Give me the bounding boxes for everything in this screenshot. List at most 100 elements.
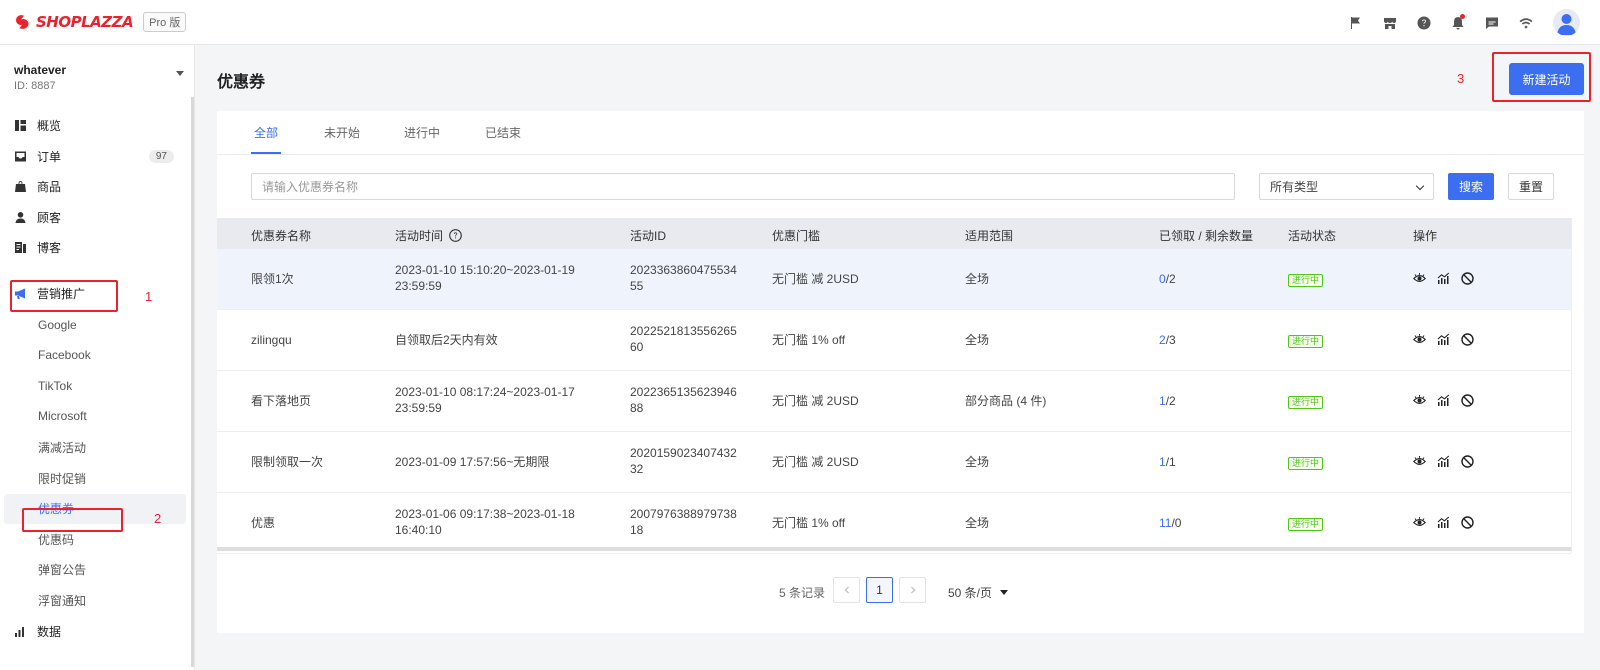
coupon-name: 优惠 xyxy=(251,516,276,530)
user-avatar[interactable] xyxy=(1553,9,1580,36)
sidebar-item-label: 商品 xyxy=(37,179,62,194)
sidebar-item-customers[interactable]: 顾客 xyxy=(14,205,184,229)
chat-icon[interactable] xyxy=(1475,6,1509,40)
claimed-remaining: 1/2 xyxy=(1159,393,1176,409)
sidebar-item-products[interactable]: 商品 xyxy=(14,174,184,198)
activity-time: 自领取后2天内有效 xyxy=(395,332,498,348)
statistics-icon[interactable] xyxy=(1437,516,1450,529)
threshold: 无门槛 减 2USD xyxy=(772,272,859,286)
store-icon[interactable] xyxy=(1373,6,1407,40)
help-circle-icon[interactable] xyxy=(449,229,462,242)
view-icon[interactable] xyxy=(1412,455,1427,468)
status-badge: 进行中 xyxy=(1288,396,1324,409)
view-icon[interactable] xyxy=(1412,333,1427,346)
disable-icon[interactable] xyxy=(1461,272,1474,285)
table-horizontal-scrollbar[interactable] xyxy=(217,547,1571,551)
coupon-panel: 全部 未开始 进行中 已结束 请输入优惠券名称 所有类型 搜索 重置 优惠券名称… xyxy=(217,111,1584,633)
threshold: 无门槛 1% off xyxy=(772,516,846,530)
new-campaign-button[interactable]: 新建活动 xyxy=(1509,63,1584,95)
statistics-icon[interactable] xyxy=(1437,455,1450,468)
page-size-select[interactable]: 50 条/页 xyxy=(948,584,1009,601)
wifi-icon[interactable] xyxy=(1509,6,1543,40)
sidebar-sub-popup-announcement[interactable]: 弹窗公告 xyxy=(38,558,86,580)
sidebar-item-label: 顾客 xyxy=(37,210,62,225)
status-badge: 进行中 xyxy=(1288,335,1324,348)
disable-icon[interactable] xyxy=(1461,394,1474,407)
claimed-count-link[interactable]: 1 xyxy=(1159,394,1166,408)
disable-icon[interactable] xyxy=(1461,516,1474,529)
chevron-left-icon xyxy=(844,586,849,594)
remaining-count: /0 xyxy=(1171,516,1182,530)
sidebar-item-label: 概览 xyxy=(37,118,62,133)
sidebar-item-blog[interactable]: 博客 xyxy=(14,235,184,259)
table-row[interactable]: 优惠 2023-01-06 09:17:38~2023-01-18 16:40:… xyxy=(217,493,1571,554)
table-row[interactable]: 限制领取一次 2023-01-09 17:57:56~无期限 202015902… xyxy=(217,432,1571,493)
activity-time-line2: 23:59:59 xyxy=(395,401,442,415)
sidebar-scrollbar[interactable] xyxy=(191,97,194,667)
tab-all[interactable]: 全部 xyxy=(254,124,278,141)
view-icon[interactable] xyxy=(1412,394,1427,407)
sidebar-sub-full-reduction[interactable]: 满减活动 xyxy=(38,436,86,458)
reset-button[interactable]: 重置 xyxy=(1508,173,1554,200)
bag-icon xyxy=(14,180,27,193)
claimed-count-link[interactable]: 11 xyxy=(1159,516,1171,530)
table-row[interactable]: zilingqu 自领取后2天内有效 2022521813556265 60 无… xyxy=(217,310,1571,371)
activity-id-line1: 2020159023407432 xyxy=(630,446,737,460)
table-row[interactable]: 限领1次 2023-01-10 15:10:20~2023-01-19 23:5… xyxy=(217,249,1571,310)
help-icon[interactable] xyxy=(1407,6,1441,40)
tab-in-progress[interactable]: 进行中 xyxy=(404,124,440,141)
disable-icon[interactable] xyxy=(1461,455,1474,468)
sidebar-item-orders[interactable]: 订单 97 xyxy=(14,144,184,168)
remaining-count: /1 xyxy=(1165,455,1176,469)
person-icon xyxy=(14,211,27,224)
claimed-count-link[interactable]: 1 xyxy=(1159,455,1166,469)
sidebar-sub-floating-notice[interactable]: 浮窗通知 xyxy=(38,589,86,611)
th-scope: 适用范围 xyxy=(965,229,1014,243)
statistics-icon[interactable] xyxy=(1437,272,1450,285)
page-size-value: 50 条/页 xyxy=(948,586,993,600)
th-actions: 操作 xyxy=(1413,229,1438,243)
sidebar-item-data[interactable]: 数据 xyxy=(14,619,184,643)
status-cell: 进行中 xyxy=(1288,393,1324,409)
claimed-remaining: 0/2 xyxy=(1159,271,1176,287)
coupon-search-input[interactable]: 请输入优惠券名称 xyxy=(251,173,1235,200)
tab-not-started[interactable]: 未开始 xyxy=(324,124,360,141)
status-cell: 进行中 xyxy=(1288,515,1324,531)
search-button[interactable]: 搜索 xyxy=(1448,173,1494,200)
sidebar-sub-microsoft[interactable]: Microsoft xyxy=(38,405,87,427)
store-switcher[interactable]: whatever ID: 8887 xyxy=(14,63,184,92)
disable-icon[interactable] xyxy=(1461,333,1474,346)
threshold: 无门槛 减 2USD xyxy=(772,394,859,408)
sidebar-sub-flash-sale[interactable]: 限时促销 xyxy=(38,467,86,489)
type-select-value: 所有类型 xyxy=(1270,180,1319,194)
tab-ended[interactable]: 已结束 xyxy=(485,124,521,141)
view-icon[interactable] xyxy=(1412,516,1427,529)
activity-time: 2023-01-10 15:10:20~2023-01-19 23:59:59 xyxy=(395,262,575,294)
table-row[interactable]: 看下落地页 2023-01-10 08:17:24~2023-01-17 23:… xyxy=(217,371,1571,432)
claimed-count-link[interactable]: 0 xyxy=(1159,272,1166,286)
statistics-icon[interactable] xyxy=(1437,333,1450,346)
claimed-count-link[interactable]: 2 xyxy=(1159,333,1166,347)
statistics-icon[interactable] xyxy=(1437,394,1450,407)
pagination-page-button[interactable]: 1 xyxy=(866,577,893,603)
pagination-prev-button[interactable] xyxy=(833,577,860,603)
claimed-remaining: 11/0 xyxy=(1159,515,1181,531)
row-actions xyxy=(1412,394,1485,407)
flag-icon[interactable] xyxy=(1339,6,1373,40)
sidebar-item-overview[interactable]: 概览 xyxy=(14,113,184,137)
activity-id-line2: 88 xyxy=(630,401,644,415)
store-id: ID: 8887 xyxy=(14,80,56,92)
view-icon[interactable] xyxy=(1412,272,1427,285)
logo[interactable]: SHOPLAZZA Pro 版 xyxy=(14,12,187,32)
activity-time-line2: 23:59:59 xyxy=(395,279,442,293)
table-vertical-scrollbar[interactable] xyxy=(1571,218,1584,553)
sidebar-sub-facebook[interactable]: Facebook xyxy=(38,344,91,366)
bell-icon[interactable] xyxy=(1441,6,1475,40)
remaining-count: /2 xyxy=(1165,394,1176,408)
pagination-next-button[interactable] xyxy=(899,577,926,603)
chevron-down-icon[interactable] xyxy=(176,71,184,76)
sidebar-sub-google[interactable]: Google xyxy=(38,314,77,336)
type-select[interactable]: 所有类型 xyxy=(1259,173,1434,200)
row-actions xyxy=(1412,516,1485,529)
sidebar-sub-tiktok[interactable]: TikTok xyxy=(38,375,72,397)
